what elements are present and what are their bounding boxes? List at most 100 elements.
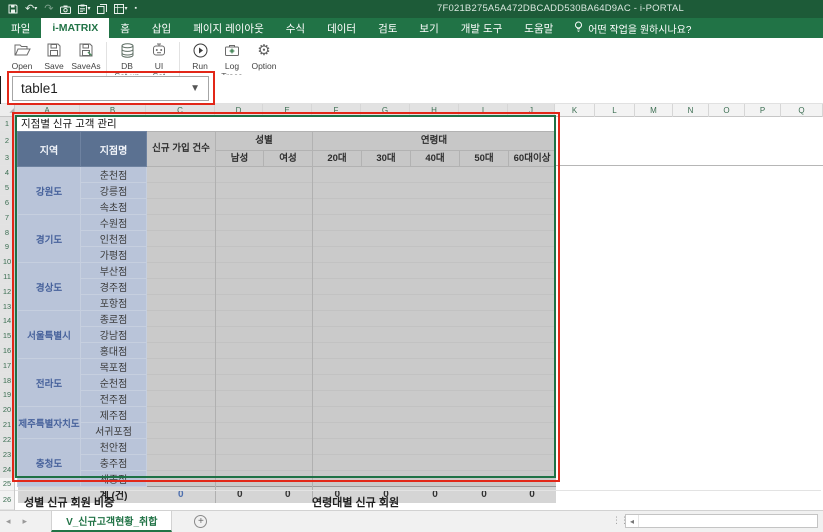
data-cell[interactable]	[313, 231, 362, 247]
data-cell[interactable]	[264, 471, 313, 487]
data-cell[interactable]	[362, 423, 411, 439]
data-cell[interactable]	[362, 279, 411, 295]
data-cell[interactable]	[509, 375, 556, 391]
data-cell[interactable]	[411, 263, 460, 279]
row-header[interactable]: 15	[0, 329, 14, 344]
sheet-section-title[interactable]: 지점별 신규 고객 관리	[17, 117, 555, 131]
column-header[interactable]: Q	[781, 104, 823, 117]
data-cell[interactable]	[460, 407, 509, 423]
data-cell[interactable]	[264, 199, 313, 215]
data-cell[interactable]	[362, 455, 411, 471]
data-cell[interactable]	[509, 215, 556, 231]
row-header[interactable]: 20	[0, 403, 14, 418]
data-cell[interactable]	[264, 327, 313, 343]
total-value[interactable]: 0	[264, 487, 313, 503]
data-cell[interactable]	[313, 263, 362, 279]
data-cell[interactable]	[147, 455, 216, 471]
data-cell[interactable]	[509, 455, 556, 471]
data-cell[interactable]	[264, 343, 313, 359]
data-cell[interactable]	[147, 359, 216, 375]
data-cell[interactable]	[216, 247, 264, 263]
data-cell[interactable]	[313, 375, 362, 391]
branch-cell[interactable]: 목포점	[81, 359, 147, 375]
tab-help[interactable]: 도움말	[513, 18, 564, 38]
column-header[interactable]: O	[709, 104, 745, 117]
data-cell[interactable]	[460, 439, 509, 455]
select-all-corner[interactable]: ◢	[0, 104, 15, 117]
row-header[interactable]: 21	[0, 418, 14, 433]
region-cell[interactable]: 강원도	[18, 167, 81, 215]
header-male[interactable]: 남성	[216, 151, 264, 167]
data-cell[interactable]	[411, 375, 460, 391]
tab-page-layout[interactable]: 페이지 레이아웃	[182, 18, 275, 38]
data-cell[interactable]	[509, 327, 556, 343]
copy-icon[interactable]	[97, 0, 107, 18]
data-cell[interactable]	[460, 343, 509, 359]
data-cell[interactable]	[147, 167, 216, 183]
option-button[interactable]: ⚙ Option	[249, 41, 279, 71]
undo-icon[interactable]: ↶▾	[25, 0, 37, 18]
header-age-60plus[interactable]: 60대이상	[509, 151, 556, 167]
branch-cell[interactable]: 경주점	[81, 279, 147, 295]
data-cell[interactable]	[313, 215, 362, 231]
data-cell[interactable]	[509, 183, 556, 199]
branch-cell[interactable]: 가평점	[81, 247, 147, 263]
data-cell[interactable]	[509, 263, 556, 279]
column-header[interactable]: M	[635, 104, 673, 117]
row-header[interactable]: 25	[0, 478, 14, 491]
branch-cell[interactable]: 춘천점	[81, 167, 147, 183]
data-cell[interactable]	[313, 199, 362, 215]
data-cell[interactable]	[509, 407, 556, 423]
data-cell[interactable]	[147, 471, 216, 487]
data-cell[interactable]	[264, 215, 313, 231]
data-cell[interactable]	[264, 263, 313, 279]
tab-home[interactable]: 홈	[109, 18, 141, 38]
branch-cell[interactable]: 부산점	[81, 263, 147, 279]
data-cell[interactable]	[509, 231, 556, 247]
data-cell[interactable]	[411, 279, 460, 295]
data-cell[interactable]	[460, 391, 509, 407]
tell-me-box[interactable]: 어떤 작업을 원하시나요?	[564, 18, 691, 38]
scroll-left-icon[interactable]: ◂	[626, 515, 639, 527]
data-cell[interactable]	[362, 295, 411, 311]
data-cell[interactable]	[147, 327, 216, 343]
save-button[interactable]: Save	[39, 41, 69, 71]
data-cell[interactable]	[264, 295, 313, 311]
data-cell[interactable]	[411, 247, 460, 263]
header-age-50s[interactable]: 50대	[460, 151, 509, 167]
column-header[interactable]: H	[410, 104, 459, 117]
total-value[interactable]: 0	[147, 487, 216, 503]
data-cell[interactable]	[216, 391, 264, 407]
column-header[interactable]: P	[745, 104, 781, 117]
branch-cell[interactable]: 서귀포점	[81, 423, 147, 439]
data-cell[interactable]	[509, 471, 556, 487]
data-cell[interactable]	[147, 295, 216, 311]
db-setup-button[interactable]: DB Set-up	[112, 41, 142, 75]
log-trace-button[interactable]: Log Trace	[217, 41, 247, 75]
data-cell[interactable]	[264, 183, 313, 199]
data-cell[interactable]	[313, 279, 362, 295]
data-cell[interactable]	[411, 295, 460, 311]
data-cell[interactable]	[460, 295, 509, 311]
region-cell[interactable]: 제주특별자치도	[18, 407, 81, 439]
row-header[interactable]: 26	[0, 491, 14, 510]
column-header[interactable]: J	[508, 104, 555, 117]
column-header[interactable]: B	[80, 104, 146, 117]
data-cell[interactable]	[216, 215, 264, 231]
data-cell[interactable]	[362, 391, 411, 407]
tab-developer[interactable]: 개발 도구	[450, 18, 514, 38]
region-cell[interactable]: 충청도	[18, 439, 81, 487]
data-cell[interactable]	[313, 295, 362, 311]
data-cell[interactable]	[411, 391, 460, 407]
data-cell[interactable]	[147, 183, 216, 199]
row-header[interactable]: 22	[0, 432, 14, 447]
data-cell[interactable]	[216, 327, 264, 343]
open-button[interactable]: Open	[7, 41, 37, 71]
horizontal-scrollbar[interactable]: ◂	[625, 514, 818, 528]
row-header[interactable]: 19	[0, 388, 14, 403]
data-cell[interactable]	[411, 439, 460, 455]
data-cell[interactable]	[509, 311, 556, 327]
data-cell[interactable]	[509, 423, 556, 439]
header-age-40s[interactable]: 40대	[411, 151, 460, 167]
data-cell[interactable]	[313, 311, 362, 327]
